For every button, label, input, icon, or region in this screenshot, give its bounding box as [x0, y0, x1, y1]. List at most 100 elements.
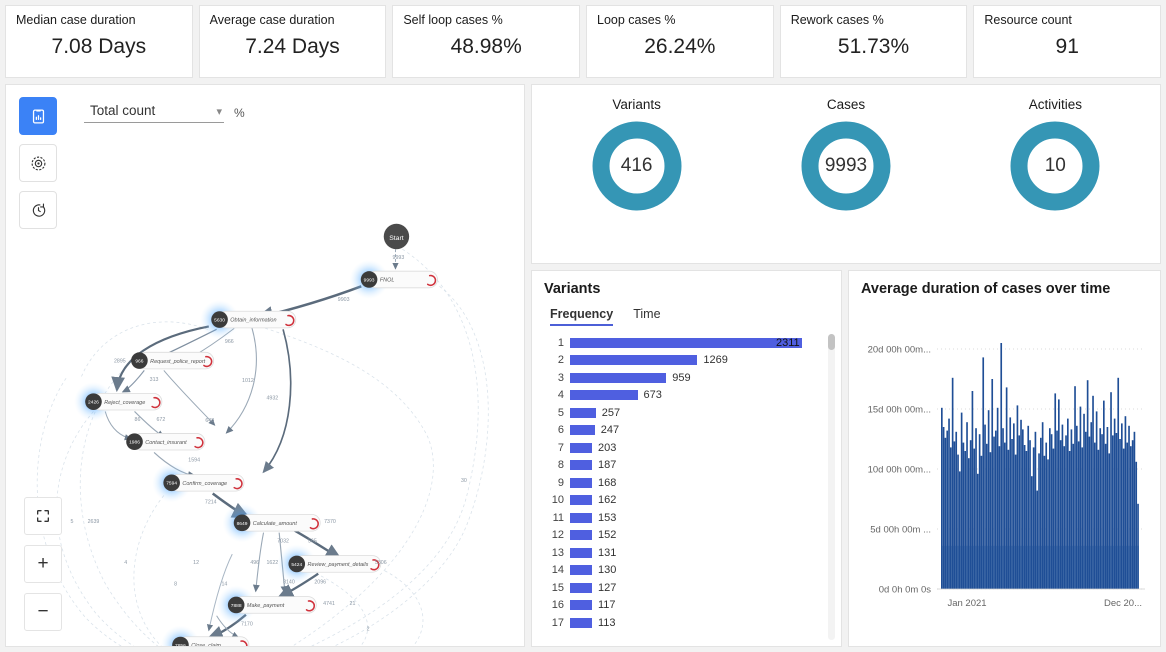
chart-bar[interactable]	[1090, 422, 1093, 589]
chart-bar[interactable]	[1101, 434, 1103, 589]
tab-time[interactable]: Time	[633, 307, 660, 326]
chart-bar[interactable]	[1086, 380, 1089, 589]
chart-bar[interactable]	[978, 434, 981, 589]
chart-bar[interactable]	[1083, 413, 1085, 589]
chart-bar[interactable]	[1018, 435, 1021, 589]
variant-row[interactable]: 17 113	[532, 614, 841, 632]
chart-bar[interactable]	[1124, 416, 1127, 589]
chart-bar[interactable]	[1038, 453, 1040, 589]
chart-bar[interactable]	[1063, 446, 1066, 589]
graph-node-make[interactable]: 7888 Make_payment	[216, 585, 317, 625]
chart-bar[interactable]	[1106, 427, 1109, 589]
variant-row[interactable]: 13 131	[532, 544, 841, 562]
chart-bar[interactable]	[1103, 400, 1105, 589]
chart-bar[interactable]	[1070, 429, 1073, 589]
chart-bar[interactable]	[1013, 423, 1015, 589]
zoom-out-button[interactable]: −	[24, 593, 62, 631]
chart-bar[interactable]	[1023, 445, 1026, 589]
variant-row[interactable]: 12 152	[532, 527, 841, 545]
chart-bar[interactable]	[1025, 451, 1028, 589]
chart-bar[interactable]	[1122, 448, 1125, 589]
chart-bar[interactable]	[1016, 405, 1019, 589]
chart-bar[interactable]	[1077, 441, 1080, 589]
duration-tool-button[interactable]	[19, 191, 57, 229]
chart-bar[interactable]	[995, 430, 997, 589]
chart-bar[interactable]	[1085, 431, 1087, 589]
chart-bar[interactable]	[1104, 443, 1107, 589]
chart-bar[interactable]	[1058, 399, 1060, 589]
chart-bar[interactable]	[1076, 425, 1078, 589]
chart-bar[interactable]	[1004, 442, 1006, 589]
chart-bar[interactable]	[1108, 453, 1111, 589]
chart-bar[interactable]	[1040, 437, 1042, 589]
chart-bar[interactable]	[1110, 392, 1112, 589]
chart-bar[interactable]	[948, 418, 950, 589]
chart-bar[interactable]	[1054, 393, 1057, 589]
chart-bar[interactable]	[993, 436, 995, 589]
chart-bar[interactable]	[950, 447, 952, 589]
chart-bar[interactable]	[987, 410, 990, 589]
chart-bar[interactable]	[1029, 440, 1031, 589]
chart-bar[interactable]	[1068, 451, 1071, 589]
chart-bar[interactable]	[986, 443, 988, 589]
chart-bar[interactable]	[1047, 459, 1049, 589]
chart-bar[interactable]	[1074, 386, 1076, 589]
variant-row[interactable]: 8 187	[532, 457, 841, 475]
chart-bar[interactable]	[991, 379, 994, 589]
chart-bar[interactable]	[1041, 422, 1044, 589]
chart-bar[interactable]	[969, 440, 972, 589]
chart-bar[interactable]	[1065, 435, 1067, 589]
chart-bar[interactable]	[1126, 442, 1129, 589]
variant-row[interactable]: 11 153	[532, 509, 841, 527]
chart-bar[interactable]	[966, 422, 968, 589]
chart-bar[interactable]	[1130, 446, 1132, 589]
chart-bar[interactable]	[1113, 418, 1116, 589]
chart-bar[interactable]	[1135, 461, 1138, 589]
chart-bar[interactable]	[1112, 435, 1114, 589]
chart-bar[interactable]	[1121, 423, 1123, 589]
variant-row[interactable]: 9 168	[532, 474, 841, 492]
chart-bar[interactable]	[1045, 442, 1048, 589]
variant-row[interactable]: 16 117	[532, 597, 841, 615]
chart-bar[interactable]	[1079, 406, 1082, 589]
chart-bar[interactable]	[1099, 428, 1102, 589]
tab-frequency[interactable]: Frequency	[550, 307, 614, 326]
chart-bar[interactable]	[1119, 439, 1121, 589]
chart-bar[interactable]	[1043, 455, 1046, 589]
chart-bar[interactable]	[1009, 417, 1012, 589]
chart-bar[interactable]	[1049, 428, 1051, 589]
chart-bar[interactable]	[1056, 430, 1058, 589]
chart-bar[interactable]	[1050, 434, 1053, 589]
chart-bar[interactable]	[951, 377, 954, 589]
graph-node-fnol[interactable]: 9993 FNOL	[349, 259, 438, 300]
chart-bar[interactable]	[1128, 425, 1130, 589]
chart-bar[interactable]	[1081, 447, 1084, 589]
chart-bar[interactable]	[1000, 343, 1003, 589]
chart-bar[interactable]	[1088, 436, 1091, 589]
chart-bar[interactable]	[1095, 411, 1098, 589]
graph-node-obtain[interactable]: 5630 Obtain_information	[200, 300, 297, 340]
chart-bar[interactable]	[977, 473, 979, 589]
chart-bar[interactable]	[971, 391, 974, 589]
chart-bar[interactable]	[975, 428, 977, 589]
chart-bar[interactable]	[982, 357, 985, 589]
chart-bar[interactable]	[1022, 429, 1024, 589]
chart-bar[interactable]	[955, 431, 958, 589]
chart-bar[interactable]	[1117, 377, 1120, 589]
variant-row[interactable]: 2 1269	[532, 352, 841, 370]
chart-bar[interactable]	[1031, 476, 1033, 589]
chart-bar[interactable]	[1131, 440, 1134, 589]
metric-select[interactable]: Total count ▾	[84, 103, 224, 123]
chart-bar[interactable]	[998, 446, 1001, 589]
chart-bar[interactable]	[962, 442, 965, 589]
chart-bar[interactable]	[1014, 454, 1017, 589]
chart-bar[interactable]	[1052, 448, 1055, 589]
chart-bar[interactable]	[973, 448, 976, 589]
variant-row[interactable]: 4 673	[532, 387, 841, 405]
frequency-tool-button[interactable]	[19, 97, 57, 135]
variant-row[interactable]: 10 162	[532, 492, 841, 510]
graph-node-request[interactable]: 966 Request_police_report	[131, 351, 215, 370]
graph-node-confirm[interactable]: 7594 Confirm_coverage	[152, 463, 245, 503]
chart-bar[interactable]	[957, 454, 959, 589]
chart-bar[interactable]	[1133, 431, 1136, 589]
